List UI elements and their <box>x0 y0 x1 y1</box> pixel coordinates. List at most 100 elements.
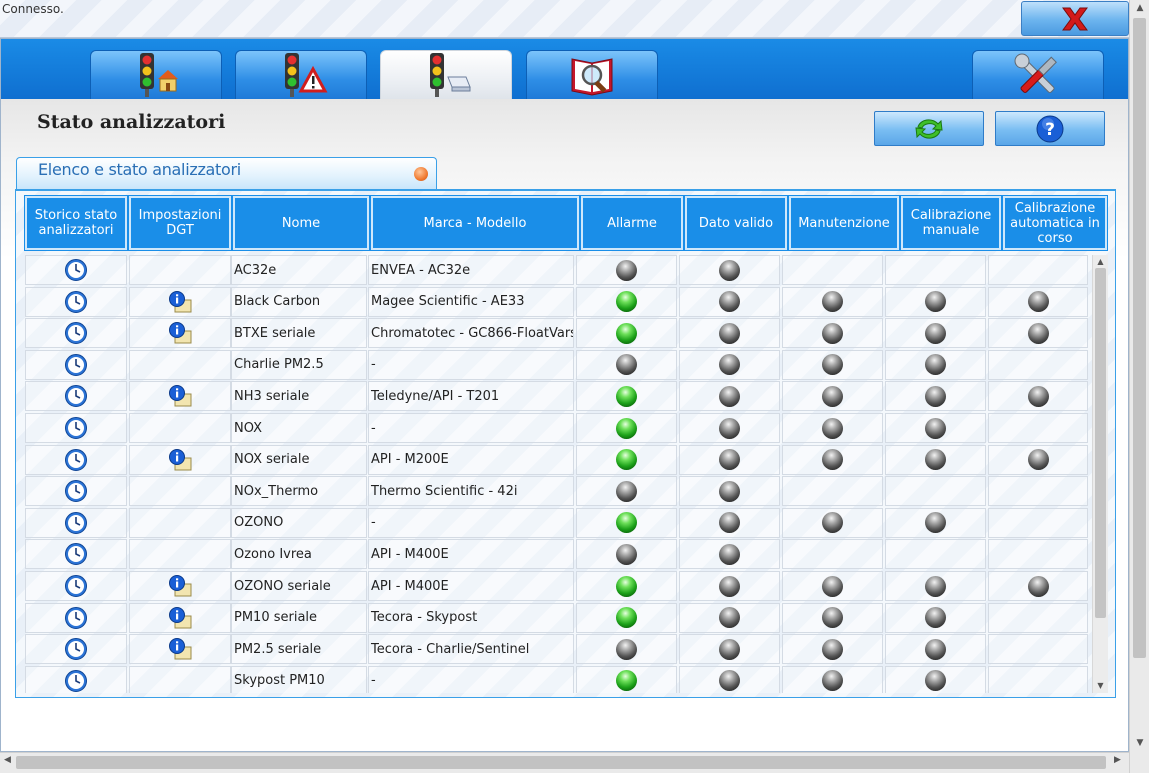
valido-status-cell <box>679 381 780 412</box>
history-cell[interactable] <box>25 507 127 538</box>
clock-icon <box>65 575 87 597</box>
help-button[interactable]: ? <box>995 111 1105 146</box>
window-vertical-scrollbar[interactable]: ▲ ▼ <box>1129 0 1149 773</box>
allarme-status-cell <box>576 349 677 380</box>
scroll-down-icon[interactable]: ▼ <box>1093 679 1108 693</box>
history-cell[interactable] <box>25 665 127 693</box>
history-cell[interactable] <box>25 571 127 601</box>
allarme-status-cell <box>576 318 677 349</box>
dgt-settings-cell[interactable] <box>129 571 231 601</box>
manut-status-cell <box>782 602 883 633</box>
allarme-status-cell <box>576 539 677 570</box>
status-led-grey-icon <box>822 354 843 376</box>
info-settings-icon <box>169 606 192 629</box>
allarme-status-cell <box>576 413 677 443</box>
status-led-grey-icon <box>822 449 843 471</box>
main-frame: Stato analizzatori ? Elenco e stato anal… <box>0 38 1129 752</box>
clock-icon <box>65 448 87 471</box>
status-led-grey-icon <box>925 291 946 313</box>
header-calibrazione-manuale: Calibrazione manuale <box>900 195 1002 251</box>
dgt-settings-cell[interactable] <box>129 602 231 633</box>
info-settings-icon <box>169 638 192 660</box>
collapse-dot-icon[interactable] <box>414 167 428 181</box>
status-led-grey-icon <box>822 607 843 629</box>
refresh-button[interactable] <box>874 111 984 146</box>
table-row: Skypost PM10- <box>25 665 1091 693</box>
status-led-grey-icon <box>719 607 740 629</box>
dgt-settings-cell[interactable] <box>129 318 231 349</box>
status-led-grey-icon <box>616 354 637 376</box>
status-led-grey-icon <box>1027 291 1049 313</box>
valido-status-cell <box>679 318 780 349</box>
calman-status-cell <box>885 476 986 507</box>
table-scrollbar[interactable]: ▲ ▼ <box>1092 255 1108 693</box>
history-cell[interactable] <box>25 318 127 349</box>
tab-station-status[interactable] <box>90 50 222 99</box>
status-led-green-icon <box>616 607 637 629</box>
status-led-grey-icon <box>719 322 740 344</box>
dgt-settings-cell[interactable] <box>129 444 231 475</box>
calauto-status-cell <box>988 381 1088 412</box>
history-cell[interactable] <box>25 349 127 380</box>
analyzer-model: Teledyne/API - T201 <box>368 381 574 412</box>
scroll-thumb[interactable] <box>1133 18 1146 658</box>
scroll-up-icon[interactable]: ▲ <box>1130 0 1149 16</box>
status-led-green-icon <box>616 512 637 534</box>
tab-analyzers[interactable] <box>380 50 512 99</box>
analyzer-name: OZONO <box>231 507 367 538</box>
scroll-thumb[interactable] <box>1095 268 1106 618</box>
history-cell[interactable] <box>25 539 127 570</box>
calman-status-cell <box>885 349 986 380</box>
dgt-settings-cell[interactable] <box>129 634 231 665</box>
tab-data-search[interactable] <box>526 50 658 99</box>
calauto-status-cell <box>988 318 1088 349</box>
analyzer-name: AC32e <box>231 255 367 285</box>
dgt-settings-cell[interactable] <box>129 286 231 317</box>
panel-tab: Elenco e stato analizzatori <box>16 157 437 189</box>
calman-status-cell <box>885 507 986 538</box>
info-settings-icon <box>169 322 192 344</box>
analyzer-name: PM2.5 seriale <box>231 634 367 665</box>
close-x-icon <box>1062 7 1088 30</box>
status-led-grey-icon <box>925 638 946 660</box>
analyzer-name: NOX <box>231 413 367 443</box>
history-cell[interactable] <box>25 413 127 443</box>
dgt-settings-cell <box>129 413 231 443</box>
calman-status-cell <box>885 539 986 570</box>
header-impostazioni: Impostazioni DGT <box>128 195 232 251</box>
history-cell[interactable] <box>25 286 127 317</box>
scroll-left-icon[interactable]: ◀ <box>4 755 11 765</box>
analyzer-name: Skypost PM10 <box>231 665 367 693</box>
history-cell[interactable] <box>25 634 127 665</box>
clock-icon <box>65 511 87 534</box>
valido-status-cell <box>679 255 780 285</box>
status-led-green-icon <box>616 417 637 439</box>
clock-icon <box>65 480 87 503</box>
table-row: Charlie PM2.5- <box>25 349 1091 381</box>
history-cell[interactable] <box>25 476 127 507</box>
analyzer-name: NOx_Thermo <box>231 476 367 507</box>
scroll-right-icon[interactable]: ▶ <box>1114 755 1121 765</box>
header-manutenzione: Manutenzione <box>788 195 900 251</box>
scroll-up-icon[interactable]: ▲ <box>1093 255 1108 269</box>
dgt-settings-cell[interactable] <box>129 381 231 412</box>
scroll-down-icon[interactable]: ▼ <box>1130 735 1149 751</box>
valido-status-cell <box>679 349 780 380</box>
manut-status-cell <box>782 255 883 285</box>
header-dato-valido: Dato valido <box>684 195 788 251</box>
calauto-status-cell <box>988 507 1088 538</box>
valido-status-cell <box>679 476 780 507</box>
tab-settings[interactable] <box>972 50 1104 99</box>
close-button[interactable] <box>1021 1 1129 36</box>
window-horizontal-scrollbar[interactable]: ◀ ▶ <box>0 752 1129 773</box>
calman-status-cell <box>885 318 986 349</box>
status-led-grey-icon <box>719 417 740 439</box>
tab-alarms[interactable] <box>235 50 367 99</box>
history-cell[interactable] <box>25 444 127 475</box>
allarme-status-cell <box>576 571 677 601</box>
scroll-thumb[interactable] <box>16 756 1106 769</box>
calauto-status-cell <box>988 286 1088 317</box>
history-cell[interactable] <box>25 602 127 633</box>
history-cell[interactable] <box>25 255 127 285</box>
history-cell[interactable] <box>25 381 127 412</box>
